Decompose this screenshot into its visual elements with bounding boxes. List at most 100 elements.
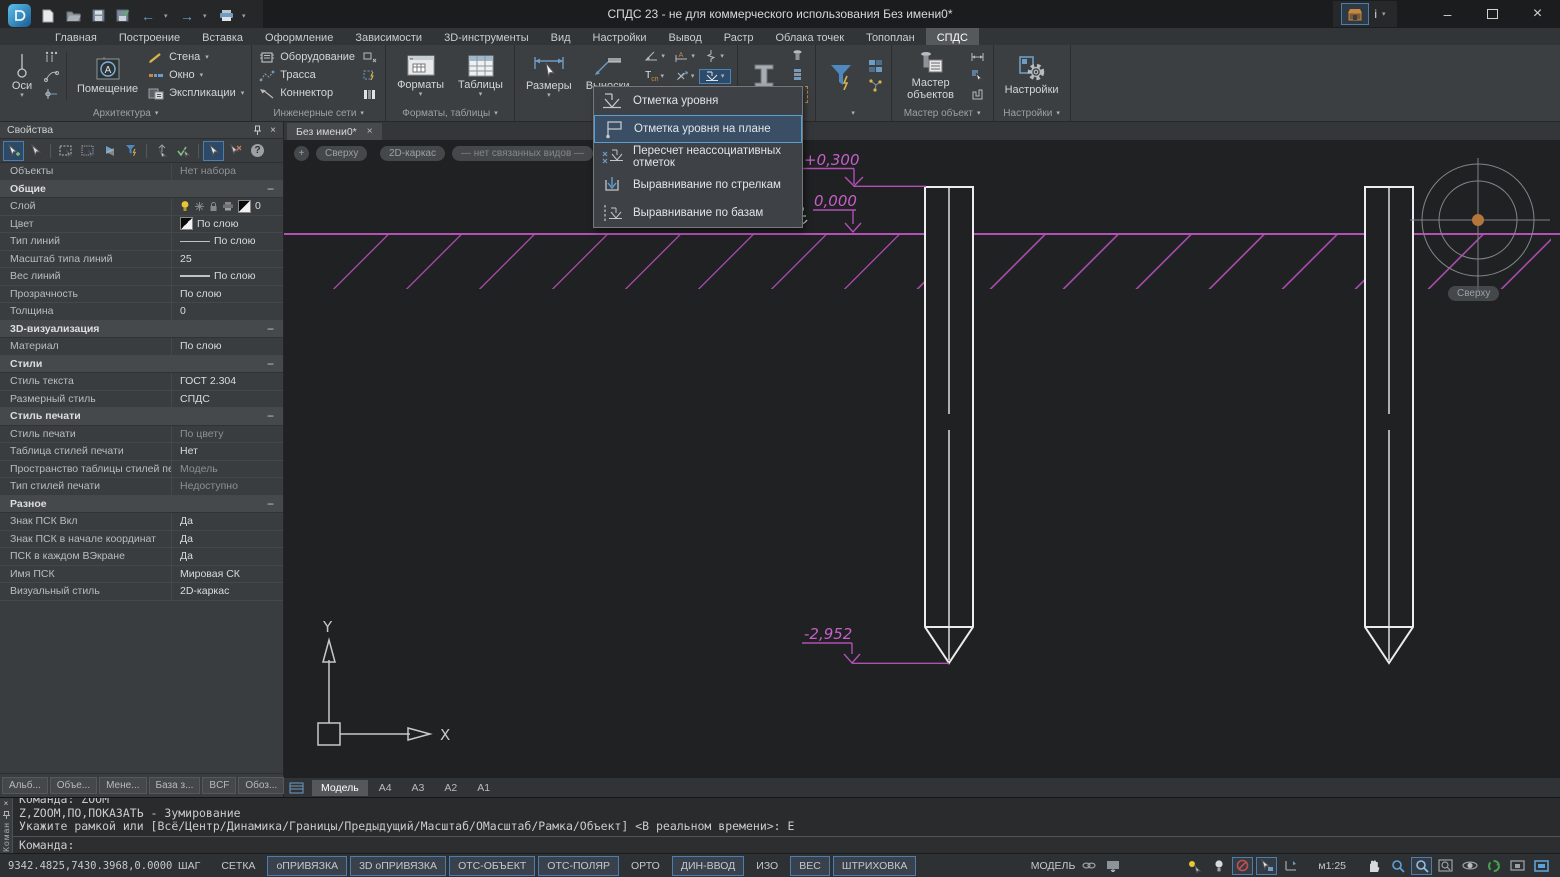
route-recalc-icon[interactable] [361, 68, 378, 83]
annotation-link-icon[interactable] [1078, 857, 1099, 875]
zoom-extents-icon[interactable] [1435, 857, 1456, 875]
add-selection-tool[interactable] [4, 142, 23, 160]
group-label-master[interactable]: Мастер объект▾ [892, 106, 993, 121]
break-line-button[interactable]: ▾ [700, 49, 730, 63]
tab-vyvod[interactable]: Вывод [657, 28, 712, 45]
print-button[interactable] [217, 7, 235, 25]
redo-button[interactable]: → [178, 7, 196, 25]
connector-button[interactable]: Коннектор [259, 87, 355, 100]
open-file-button[interactable] [64, 7, 82, 25]
toggle-3d-osnap[interactable]: 3D оПРИВЯЗКА [350, 856, 446, 876]
menu-item-recalc-marks[interactable]: Пересчет неассоциативных отметок [594, 143, 802, 171]
annotation-scale-value[interactable]: м1:25 [1318, 860, 1346, 872]
no-selection-cycling-icon[interactable] [1232, 857, 1253, 875]
apply-selection-tool[interactable] [174, 142, 193, 160]
pipes-icon[interactable] [361, 87, 378, 102]
tab-3d-instrumenty[interactable]: 3D-инструменты [433, 28, 540, 45]
toggle-ortho[interactable]: ОРТО [622, 856, 669, 876]
toggle-snap-step[interactable]: ШАГ [169, 856, 209, 876]
menu-item-align-bases[interactable]: Выравнивание по базам [594, 199, 802, 227]
tables-button[interactable]: Таблицы▾ [454, 53, 507, 98]
redo-dropdown-icon[interactable]: ▾ [203, 12, 210, 20]
lasso-select-tool[interactable] [78, 142, 97, 160]
object-master-button[interactable]: Мастер объектов [899, 49, 963, 102]
qat-customize-icon[interactable]: ▾ [242, 12, 249, 20]
explication-button[interactable]: Экспликации▾ [148, 87, 244, 100]
quick-select-tool[interactable] [204, 142, 223, 160]
tab-nastroyki[interactable]: Настройки [582, 28, 658, 45]
dynamic-ucs-icon[interactable] [1280, 857, 1301, 875]
panel-tab-bcf[interactable]: BCF [202, 777, 236, 794]
doc-close-icon[interactable]: × [367, 126, 373, 137]
layout-list-icon[interactable] [289, 782, 304, 794]
axes-button[interactable]: Оси▾ [7, 52, 37, 99]
info-button[interactable]: i [1374, 7, 1377, 21]
command-close-icon[interactable]: × [4, 799, 9, 808]
maximize-button[interactable] [1470, 0, 1515, 28]
settings-button[interactable]: Настройки [1001, 54, 1063, 97]
axes-arc-icon[interactable] [43, 68, 60, 83]
swap-selection-tool[interactable] [100, 142, 119, 160]
toggle-grid[interactable]: СЕТКА [212, 856, 264, 876]
undo-dropdown-icon[interactable]: ▾ [164, 12, 171, 20]
command-pin-icon[interactable] [3, 811, 10, 819]
elevation-mark-pile-tip[interactable]: -2,952 [800, 625, 952, 669]
group-label-filter[interactable]: ▾ [816, 106, 891, 121]
command-history[interactable]: Команда: ZOOM Z,ZOOM,ПО,ПОКАЗАТЬ - Зумир… [13, 798, 1560, 836]
elevation-mark-top[interactable]: +0,300 [800, 152, 932, 192]
dimensions-button[interactable]: Размеры▾ [522, 54, 576, 99]
layout-tab-model[interactable]: Модель [312, 780, 368, 796]
toggle-hatch[interactable]: ШТРИХОВКА [833, 856, 917, 876]
close-button[interactable]: × [1515, 0, 1560, 28]
panel-tab-albums[interactable]: Альб... [2, 777, 48, 794]
tab-oblaka-tochek[interactable]: Облака точек [765, 28, 856, 45]
panel-tab-manager[interactable]: Мене... [99, 777, 146, 794]
toggle-otrack-polar[interactable]: ОТС-ПОЛЯР [538, 856, 619, 876]
tab-glavnaya[interactable]: Главная [44, 28, 108, 45]
panel-tab-objects[interactable]: Объе... [50, 777, 97, 794]
window-button[interactable]: Окно▾ [148, 69, 244, 82]
viewport-lock-icon[interactable] [1507, 857, 1528, 875]
pan-icon[interactable] [1363, 857, 1384, 875]
tab-vid[interactable]: Вид [540, 28, 582, 45]
toggle-dynamic-input[interactable]: ДИН-ВВОД [672, 856, 744, 876]
tab-spds[interactable]: СПДС [926, 28, 979, 45]
wall-button[interactable]: Стена▾ [148, 51, 244, 64]
save-all-button[interactable] [114, 7, 132, 25]
fullscreen-icon[interactable] [1531, 857, 1552, 875]
app-logo-icon[interactable] [8, 4, 31, 27]
help-icon[interactable]: ? [248, 142, 267, 160]
light-cursor-icon[interactable] [1184, 857, 1205, 875]
app-store-icon[interactable] [1341, 3, 1369, 25]
navigation-wheel[interactable] [1410, 158, 1550, 293]
layout-tab-a2[interactable]: A2 [435, 780, 466, 796]
move-up-tool[interactable] [152, 142, 171, 160]
tab-postroenie[interactable]: Построение [108, 28, 191, 45]
equipment-button[interactable]: Оборудование [259, 51, 355, 64]
model-viewport[interactable]: + Сверху 2D-каркас — нет связанных видов… [284, 140, 1560, 778]
text-spds-button[interactable]: Тсп▾ [640, 70, 670, 83]
panel-tab-symbols[interactable]: Обоз... [238, 777, 284, 794]
auto-dim-button[interactable]: A▾ [670, 50, 700, 62]
equipment-copy-icon[interactable] [361, 49, 378, 64]
tab-oformlenie[interactable]: Оформление [254, 28, 344, 45]
selection-preview-icon[interactable] [1256, 857, 1277, 875]
bolt-top-icon[interactable] [789, 48, 806, 63]
annotation-scale-icon[interactable] [1102, 857, 1123, 875]
group-label-formats[interactable]: Форматы, таблицы▾ [386, 106, 514, 121]
menu-item-align-arrows[interactable]: Выравнивание по стрелкам [594, 171, 802, 199]
tab-vstavka[interactable]: Вставка [191, 28, 254, 45]
formats-button[interactable]: Форматы▾ [393, 53, 448, 98]
zoom-search-icon[interactable] [1387, 857, 1408, 875]
command-input[interactable]: Команда: [13, 836, 1560, 853]
toggle-iso[interactable]: ИЗО [747, 856, 787, 876]
tab-topoplan[interactable]: Топоплан [855, 28, 926, 45]
layout-tab-a4[interactable]: A4 [370, 780, 401, 796]
room-button[interactable]: A Помещение [73, 55, 142, 96]
group-label-settings[interactable]: Настройки▾ [994, 106, 1070, 121]
save-button[interactable] [89, 7, 107, 25]
deselect-tool[interactable] [226, 142, 245, 160]
weld-mark-button[interactable]: ▾ [670, 70, 700, 82]
orbit-icon[interactable] [1459, 857, 1480, 875]
quad-squares-icon[interactable] [867, 59, 884, 74]
